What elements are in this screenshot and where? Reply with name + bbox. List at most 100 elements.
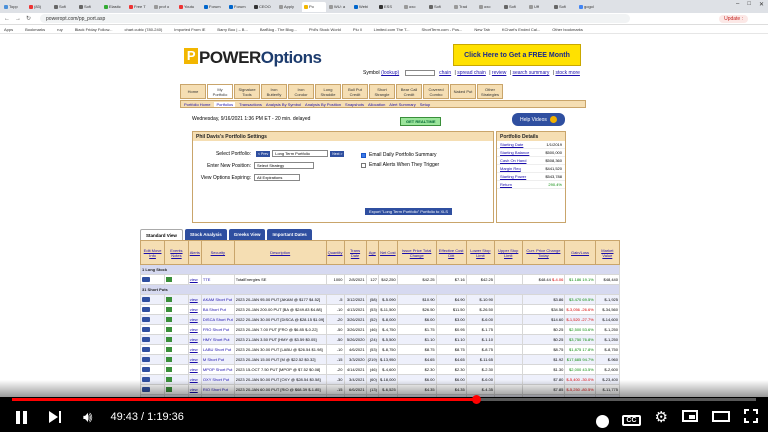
symbol-link[interactable]: stock more — [555, 70, 579, 76]
symbol-input[interactable] — [405, 70, 436, 76]
email-summary-checkbox[interactable] — [361, 152, 366, 158]
view-link[interactable]: view — [190, 327, 198, 332]
url-input[interactable]: poweropt.com/pp_port.asp — [40, 14, 631, 23]
portfolio-next-button[interactable]: Next > — [330, 150, 345, 157]
portfolio-select[interactable]: Long Term Portfolio — [272, 150, 329, 157]
browser-tab[interactable]: Uff — [527, 2, 551, 12]
view-tab[interactable]: Standard View — [140, 229, 183, 240]
browser-tab[interactable]: Elastic — [102, 2, 126, 12]
edit-icon[interactable] — [142, 306, 150, 312]
view-link[interactable]: view — [190, 277, 198, 282]
subnav-item[interactable]: Snapshots — [345, 102, 364, 107]
browser-tab[interactable]: Sofi — [427, 2, 451, 12]
next-video-icon[interactable] — [49, 411, 61, 423]
subnav-item[interactable]: Portfolios — [214, 101, 236, 107]
table-row[interactable]: view HMY Short Put 2023 21-JAN 3.50 PUT [H… — [139, 334, 621, 345]
browser-tab[interactable]: Sofi — [77, 2, 101, 12]
reload-icon[interactable]: ↻ — [26, 15, 31, 22]
symbol-link[interactable]: chain — [439, 70, 451, 76]
browser-update-button[interactable]: Update : — [719, 15, 748, 23]
email-summary-row[interactable]: Email Daily Portfolio Summary — [361, 152, 437, 158]
pause-icon[interactable] — [16, 410, 27, 424]
nav-tab[interactable]: Covered Combo — [423, 84, 449, 99]
chart-icon[interactable] — [166, 336, 173, 342]
browser-tab[interactable]: Forum — [202, 2, 226, 12]
browser-tab[interactable]: gogol — [577, 2, 601, 12]
symbol-link[interactable]: search summary — [512, 70, 549, 76]
details-key[interactable]: Margin Req — [500, 166, 521, 171]
poweroptions-logo[interactable]: P POWEROptions — [184, 48, 322, 68]
bookmark-item[interactable]: KChart's Ended Cal... — [502, 27, 540, 32]
table-row[interactable]: view AKAM Short Put 2023 20-JAN 95.00 PUT … — [139, 294, 621, 305]
free-month-banner[interactable]: Click Here to Get a FREE Month — [453, 44, 581, 66]
view-link[interactable]: view — [190, 297, 198, 302]
security-cell[interactable]: FRO Short Put — [200, 324, 235, 335]
email-alerts-row[interactable]: Email Alerts When They Trigger — [361, 162, 439, 168]
details-key[interactable]: Starting Power — [500, 174, 526, 179]
browser-tab[interactable]: prof o — [152, 2, 176, 12]
column-header[interactable]: Gain/Loss — [564, 240, 596, 265]
nav-tab[interactable]: Long Straddle — [315, 84, 341, 99]
security-cell[interactable]: M Short Put — [200, 354, 235, 365]
subnav-item[interactable]: Analysis By Symbol — [266, 102, 301, 107]
subnav-item[interactable]: Alert Summary — [389, 102, 415, 107]
security-cell[interactable]: BA Short Put — [200, 304, 235, 315]
chart-icon[interactable] — [166, 276, 173, 282]
view-tab[interactable]: Greeks View — [228, 229, 266, 240]
email-alerts-checkbox[interactable] — [361, 162, 366, 168]
browser-tab[interactable]: Youtu — [177, 2, 201, 12]
details-key[interactable]: Cash On Hand — [500, 158, 526, 163]
browser-tab[interactable]: Topp — [2, 2, 26, 12]
column-header[interactable]: Issue Price Total Change — [396, 240, 437, 265]
bookmark-item[interactable]: BarBlog - The Blog... — [260, 27, 297, 32]
table-row[interactable]: view DISCA Short Put 2022 20-JAN 30.00 PUT… — [139, 314, 621, 325]
column-header[interactable]: Quantity — [325, 240, 345, 265]
security-cell[interactable]: LABU Short Put — [200, 344, 235, 355]
browser-tab[interactable]: Po — [302, 1, 326, 12]
subtitles-icon[interactable]: CC — [622, 409, 641, 426]
fullscreen-icon[interactable] — [744, 408, 758, 426]
bookmark-item[interactable]: Plu ll — [353, 27, 362, 32]
view-link[interactable]: view — [190, 347, 198, 352]
browser-tab[interactable]: Forum — [227, 2, 251, 12]
table-row[interactable]: view M Short Put 2023 20-JAN 15.00 PUT [M … — [139, 354, 621, 365]
help-videos-button[interactable]: Help Videos — [512, 113, 565, 126]
bookmark-item[interactable]: Apps — [4, 27, 13, 32]
column-header[interactable]: Lower Stop Limit — [465, 240, 496, 265]
column-header[interactable]: Age — [365, 240, 379, 265]
security-cell[interactable]: TTE — [200, 274, 235, 285]
edit-icon[interactable] — [142, 336, 150, 342]
column-header[interactable]: Alerts — [187, 240, 202, 265]
nav-tab[interactable]: Iron Condor — [288, 84, 314, 99]
security-cell[interactable]: MPOP Short Put — [200, 364, 235, 375]
portfolio-prev-button[interactable]: < Prev — [256, 150, 271, 157]
bookmark-item[interactable]: Barry Boo | – B... — [217, 27, 247, 32]
table-row[interactable]: view FRO Short Put 2023 20-JAN 7.00 PUT [F… — [139, 324, 621, 335]
browser-tab[interactable]: oxo — [477, 2, 501, 12]
nav-tab[interactable]: Home — [180, 84, 206, 99]
column-header[interactable]: Edit Move Info — [139, 240, 166, 265]
bookmark-item[interactable]: Black Friday Follow... — [75, 27, 113, 32]
table-row[interactable]: view BA Short Put 2023 20-JAN 200.00 PUT [… — [139, 304, 621, 315]
browser-tab[interactable]: Webi — [352, 2, 376, 12]
forward-icon[interactable]: → — [15, 16, 21, 22]
subnav-item[interactable]: Portfolio Home — [184, 102, 210, 107]
bookmark-item[interactable]: New Tab — [474, 27, 490, 32]
export-xls-button[interactable]: Export "Long Term Portfolio" Portfolio t… — [365, 208, 453, 215]
nav-tab[interactable]: My Portfolio — [207, 84, 233, 99]
nav-tab[interactable]: Bull Put Credit — [342, 84, 368, 99]
edit-icon[interactable] — [142, 366, 150, 372]
subnav-item[interactable]: Allocation — [368, 102, 385, 107]
bookmark-item[interactable]: chart.cubic (780-240) — [125, 27, 163, 32]
symbol-link[interactable]: review — [492, 70, 506, 76]
column-header[interactable]: Curr. Price Change Today — [521, 240, 566, 265]
edit-icon[interactable] — [142, 326, 150, 332]
nav-tab[interactable]: Bear Call Credit — [396, 84, 422, 99]
subnav-item[interactable]: Transactions — [239, 102, 262, 107]
table-row[interactable]: view MPOP Short Put 2023 15-OCT 7.50 PUT [… — [139, 364, 621, 375]
bookmark-item[interactable]: Imported From IE — [174, 27, 205, 32]
maximize-icon[interactable]: □ — [747, 1, 751, 8]
edit-icon[interactable] — [142, 346, 150, 352]
column-header[interactable]: Trans Date — [343, 240, 367, 265]
progress-bar[interactable] — [12, 395, 756, 404]
